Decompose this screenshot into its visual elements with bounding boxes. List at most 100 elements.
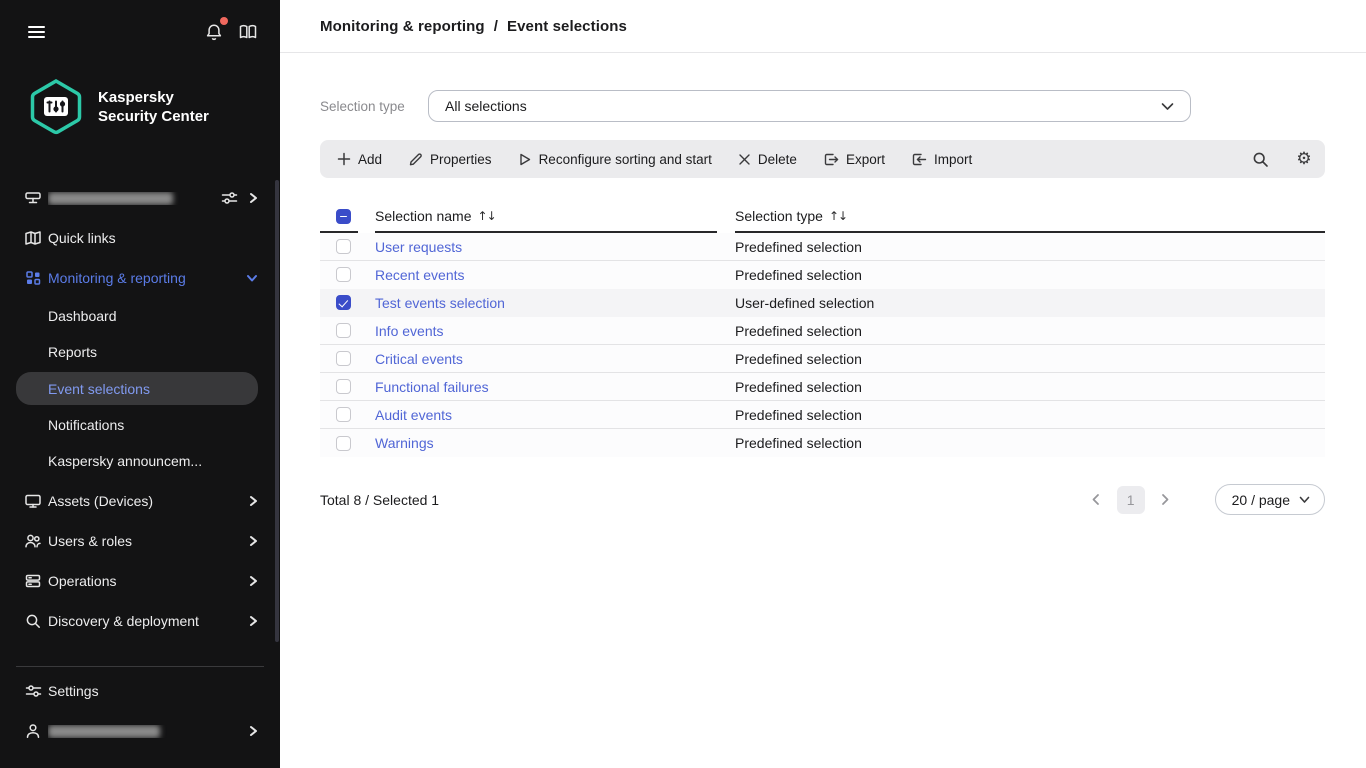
selection-type-dropdown[interactable]: All selections <box>428 90 1191 122</box>
server-name-redacted <box>48 191 221 205</box>
export-button[interactable]: Export <box>810 140 898 178</box>
sidebar-item-discovery-deployment[interactable]: Discovery & deployment <box>0 601 280 641</box>
row-checkbox[interactable] <box>336 239 351 254</box>
gear-icon[interactable]: ⚙ <box>1294 149 1314 169</box>
sidebar-item-operations[interactable]: Operations <box>0 561 280 601</box>
announcements-label: Kaspersky announcem... <box>48 453 203 469</box>
sidebar-item-notifications[interactable]: Notifications <box>0 407 280 443</box>
add-button[interactable]: Add <box>324 140 395 178</box>
sidebar-item-dashboard[interactable]: Dashboard <box>0 298 280 334</box>
previous-page-chevron-icon[interactable] <box>1084 488 1108 512</box>
import-button[interactable]: Import <box>898 140 985 178</box>
server-settings-sliders-icon[interactable] <box>221 190 238 206</box>
row-checkbox[interactable] <box>336 351 351 366</box>
chevron-right-icon[interactable] <box>248 615 258 627</box>
sidebar-nav: Quick links Monitoring & reporting Dashb… <box>0 178 280 641</box>
chevron-right-icon[interactable] <box>248 495 258 507</box>
selection-name-header-label: Selection name <box>375 208 472 224</box>
chevron-right-icon[interactable] <box>248 535 258 547</box>
event-selections-label: Event selections <box>48 380 150 397</box>
table-row: User requests Predefined selection <box>320 233 1325 261</box>
dashboard-grid-icon <box>24 269 42 287</box>
help-book-icon[interactable] <box>236 20 260 44</box>
selection-name-link[interactable]: Audit events <box>375 407 452 423</box>
sidebar-divider <box>16 666 264 667</box>
kaspersky-hexagon-logo-icon <box>30 78 82 135</box>
monitoring-reporting-label: Monitoring & reporting <box>48 270 186 286</box>
selection-name-link[interactable]: Info events <box>375 323 444 339</box>
selection-name-link[interactable]: Warnings <box>375 435 434 451</box>
reconfigure-sorting-button[interactable]: Reconfigure sorting and start <box>505 140 725 178</box>
search-icon[interactable] <box>1250 149 1270 169</box>
hamburger-menu-icon[interactable] <box>24 20 48 44</box>
discovery-deployment-label: Discovery & deployment <box>48 613 199 629</box>
sidebar-item-monitoring-reporting[interactable]: Monitoring & reporting <box>0 258 280 298</box>
selection-type-value: All selections <box>445 98 527 114</box>
breadcrumb: Monitoring & reporting / Event selections <box>320 18 627 35</box>
notifications-bell-icon[interactable] <box>202 17 228 44</box>
selection-type-value: Predefined selection <box>735 238 862 255</box>
column-selection-type[interactable]: Selection type ↑↓ <box>735 201 1325 233</box>
event-selections-table: Selection name ↑↓ Selection type ↑↓ User… <box>320 201 1325 457</box>
header-checkbox-cell <box>320 201 358 233</box>
selection-name-link[interactable]: Critical events <box>375 351 463 367</box>
chevron-right-icon[interactable] <box>248 192 258 204</box>
table-header: Selection name ↑↓ Selection type ↑↓ <box>320 201 1325 233</box>
chevron-right-icon[interactable] <box>248 575 258 587</box>
table-row: Info events Predefined selection <box>320 317 1325 345</box>
sidebar-item-settings[interactable]: Settings <box>0 671 280 711</box>
breadcrumb-current: Event selections <box>506 17 627 35</box>
sidebar-item-server[interactable] <box>0 178 280 218</box>
sidebar-item-quick-links[interactable]: Quick links <box>0 218 280 258</box>
brand-name: Kaspersky Security Center <box>98 88 209 126</box>
total-selected-count: Total 8 / Selected 1 <box>320 491 440 508</box>
users-roles-label: Users & roles <box>48 533 133 549</box>
selection-name-link[interactable]: Test events selection <box>375 295 505 311</box>
selection-name-link[interactable]: User requests <box>375 239 462 255</box>
sort-arrows-icon[interactable]: ↑↓ <box>478 209 497 223</box>
sidebar-item-kaspersky-announcements[interactable]: Kaspersky announcem... <box>0 443 280 479</box>
reconfigure-label: Reconfigure sorting and start <box>538 151 712 167</box>
next-page-chevron-icon[interactable] <box>1154 488 1178 512</box>
sidebar-item-event-selections[interactable]: Event selections <box>16 372 258 405</box>
breadcrumb-parent[interactable]: Monitoring & reporting <box>320 18 485 35</box>
properties-label: Properties <box>430 151 492 167</box>
notifications-label: Notifications <box>48 417 125 433</box>
page-size-value: 20 / page <box>1231 491 1290 508</box>
chevron-down-icon[interactable] <box>246 273 258 283</box>
sidebar-item-account[interactable] <box>0 711 280 751</box>
delete-label: Delete <box>757 151 797 167</box>
sidebar-item-assets-devices[interactable]: Assets (Devices) <box>0 481 280 521</box>
sidebar-item-reports[interactable]: Reports <box>0 334 280 370</box>
chevron-down-icon <box>1299 496 1310 504</box>
row-checkbox[interactable] <box>336 379 351 394</box>
page-size-dropdown[interactable]: 20 / page <box>1214 484 1325 515</box>
settings-label: Settings <box>48 683 99 699</box>
sort-arrows-icon[interactable]: ↑↓ <box>829 209 848 223</box>
settings-sliders-icon <box>24 682 42 700</box>
row-checkbox[interactable] <box>336 435 351 451</box>
row-checkbox[interactable] <box>336 267 351 282</box>
x-icon <box>739 153 750 165</box>
row-checkbox[interactable] <box>336 323 351 338</box>
brand-line2: Security Center <box>98 108 209 125</box>
selection-name-link[interactable]: Functional failures <box>375 379 489 395</box>
notification-badge-dot <box>220 17 228 25</box>
table-row: Recent events Predefined selection <box>320 261 1325 289</box>
selection-type-header-label: Selection type <box>735 208 823 224</box>
row-checkbox[interactable] <box>336 407 351 422</box>
delete-button[interactable]: Delete <box>725 140 810 178</box>
chevron-right-icon[interactable] <box>248 725 258 737</box>
page-number-button[interactable]: 1 <box>1116 485 1145 514</box>
search-icon <box>24 612 42 630</box>
sidebar-scrollbar[interactable] <box>275 180 279 642</box>
selection-type-value: Predefined selection <box>735 350 862 367</box>
select-all-checkbox[interactable] <box>336 208 351 224</box>
sidebar-item-users-roles[interactable]: Users & roles <box>0 521 280 561</box>
row-checkbox[interactable] <box>336 295 351 310</box>
breadcrumb-separator: / <box>493 17 498 35</box>
column-selection-name[interactable]: Selection name ↑↓ <box>375 201 717 233</box>
properties-button[interactable]: Properties <box>395 140 505 178</box>
selection-type-value: Predefined selection <box>735 266 862 283</box>
selection-name-link[interactable]: Recent events <box>375 267 465 283</box>
